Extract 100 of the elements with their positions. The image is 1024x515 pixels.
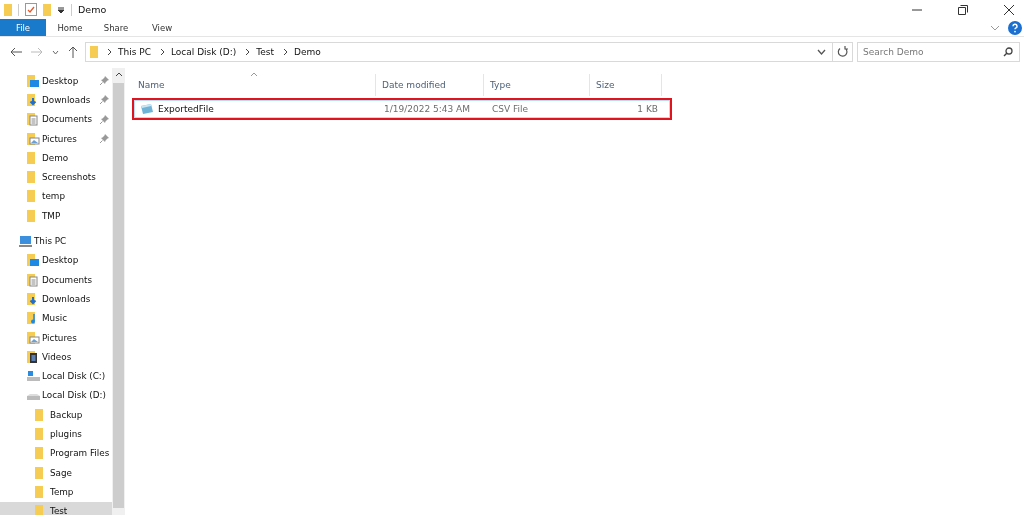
sidebar-item[interactable]: Screenshots [0, 167, 112, 187]
item-label: Test [50, 506, 68, 515]
search-icon [1003, 47, 1013, 57]
sidebar-item[interactable]: Desktop [0, 71, 112, 91]
item-label: Pictures [42, 332, 77, 343]
ribbon-tab[interactable]: File [0, 19, 46, 36]
item-label: Temp [50, 486, 74, 497]
item-label: Screenshots [42, 172, 96, 183]
item-label: Music [42, 313, 68, 324]
item-label: Downloads [42, 293, 91, 304]
up-arrow-icon[interactable] [68, 46, 78, 58]
item-label: Pictures [42, 133, 77, 144]
sidebar-item[interactable]: Demo [0, 148, 112, 168]
sidebar-item[interactable]: Backup [0, 405, 112, 425]
sidebar-item[interactable]: Test [0, 501, 112, 515]
file-size: 1 KB [636, 104, 659, 114]
file-row[interactable]: ExportedFile 1/19/2022 5:43 AM CSV File 1 KB [132, 98, 672, 120]
sidebar-item[interactable]: Downloads [0, 289, 112, 309]
back-arrow-icon[interactable] [10, 47, 22, 57]
csv-file-icon [140, 103, 154, 115]
refresh-button[interactable] [833, 42, 853, 62]
item-label: Downloads [42, 94, 91, 105]
sidebar-item[interactable]: Pictures [0, 128, 112, 149]
dropdown-icon[interactable] [57, 5, 65, 14]
sidebar-item[interactable]: Desktop [0, 250, 112, 270]
documents-folder-icon [26, 272, 40, 287]
breadcrumb-separator-icon[interactable] [107, 48, 112, 56]
breadcrumb[interactable]: Test [256, 47, 275, 57]
item-label: Demo [42, 152, 69, 163]
ribbon-tab[interactable]: View [140, 19, 184, 36]
breadcrumb-separator-icon[interactable] [283, 48, 289, 56]
search-field[interactable]: Search Demo [857, 42, 1020, 62]
column-header[interactable]: Name [132, 74, 376, 96]
item-label: Desktop [42, 255, 79, 266]
item-label: TMP [42, 210, 61, 221]
sort-caret-icon[interactable] [250, 72, 258, 77]
drive-icon [26, 369, 40, 384]
window-title: Demo [78, 4, 107, 15]
sidebar-item[interactable]: plugins [0, 424, 112, 444]
sidebar-item[interactable]: Videos [0, 347, 112, 367]
item-label: Documents [42, 114, 93, 125]
sidebar-item[interactable]: TMP [0, 206, 112, 226]
item-label: This PC [34, 236, 67, 246]
sidebar-item[interactable]: Pictures [0, 327, 112, 348]
item-label: Sage [50, 467, 72, 478]
item-label: Backup [50, 409, 83, 420]
desktop-folder-icon [26, 73, 40, 88]
sidebar-item[interactable]: Documents [0, 269, 112, 290]
sidebar-item[interactable]: Downloads [0, 90, 112, 110]
item-label: Desktop [42, 75, 79, 86]
folder-icon [90, 46, 98, 58]
item-label: Videos [42, 351, 72, 362]
documents-folder-icon [26, 112, 40, 127]
column-header[interactable]: Type [484, 74, 590, 96]
pictures-folder-icon [26, 131, 40, 146]
file-type: CSV File [491, 104, 530, 114]
breadcrumb[interactable]: This PC [118, 47, 151, 57]
chevron-down-icon[interactable] [817, 49, 826, 55]
item-label: Program Files [50, 448, 110, 459]
restore-icon[interactable] [958, 4, 968, 15]
pin-icon[interactable] [100, 114, 109, 124]
date-modified: 1/19/2022 5:43 AM [383, 104, 471, 114]
sidebar-item[interactable]: temp [0, 186, 112, 207]
properties-icon[interactable] [25, 3, 37, 16]
sidebar-item[interactable]: Local Disk (C:) [0, 366, 112, 386]
sidebar-item[interactable]: Documents [0, 109, 112, 129]
pin-icon[interactable] [100, 95, 109, 105]
sidebar-item[interactable]: Program Files [0, 443, 112, 463]
ribbon-tab[interactable]: Home [48, 19, 92, 36]
address-bar[interactable]: This PC Local Disk (D:) Test Demo [85, 42, 833, 62]
computer-icon [18, 234, 32, 248]
breadcrumb-separator-icon[interactable] [245, 48, 251, 56]
desktop-folder-icon [26, 253, 40, 268]
sidebar-item[interactable]: Local Disk (D:) [0, 385, 112, 406]
scroll-up-icon[interactable] [114, 72, 123, 77]
sidebar-item[interactable]: Temp [0, 482, 112, 502]
ribbon-tab[interactable]: Share [94, 19, 138, 36]
scrollbar-thumb[interactable] [113, 83, 124, 508]
file-name[interactable]: ExportedFile [158, 104, 214, 114]
column-header[interactable]: Size [590, 74, 662, 96]
chevron-down-icon[interactable] [52, 49, 59, 55]
sidebar-item[interactable]: This PC [0, 231, 112, 251]
close-icon[interactable] [1004, 4, 1014, 15]
item-label: temp [42, 191, 65, 202]
videos-folder-icon [26, 349, 40, 364]
help-icon[interactable] [1008, 20, 1022, 35]
sidebar-item[interactable]: Sage [0, 462, 112, 483]
column-header[interactable]: Date modified [376, 74, 484, 96]
sidebar-item[interactable]: Music [0, 308, 112, 328]
item-label: Local Disk (D:) [42, 390, 106, 401]
refresh-icon [837, 46, 848, 58]
item-label: Documents [42, 274, 93, 285]
pictures-folder-icon [26, 330, 40, 345]
breadcrumb-separator-icon[interactable] [159, 48, 165, 56]
item-label: Local Disk (C:) [42, 371, 106, 382]
scrollbar[interactable] [112, 68, 125, 515]
pin-icon[interactable] [100, 134, 109, 144]
breadcrumb[interactable]: Demo [294, 47, 321, 57]
pin-icon[interactable] [100, 76, 109, 86]
breadcrumb[interactable]: Local Disk (D:) [170, 47, 237, 57]
